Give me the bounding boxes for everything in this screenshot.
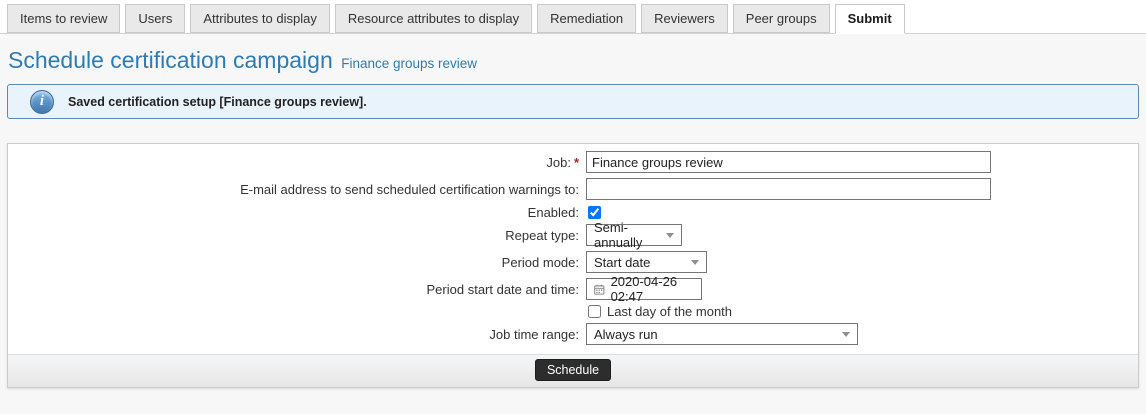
period-start-datetime-field[interactable]: 2020-04-26 02:47	[586, 278, 702, 300]
chevron-down-icon	[842, 332, 850, 337]
tab-remediation[interactable]: Remediation	[537, 4, 636, 33]
repeat-type-select[interactable]: Semi-annually	[586, 224, 682, 246]
tab-reviewers[interactable]: Reviewers	[641, 4, 728, 33]
tab-peer-groups[interactable]: Peer groups	[733, 4, 830, 33]
tab-bar: Items to review Users Attributes to disp…	[0, 0, 1146, 34]
form-row-period-mode: Period mode: Start date	[8, 251, 1138, 273]
tab-users[interactable]: Users	[125, 4, 185, 33]
email-input[interactable]	[586, 178, 991, 200]
last-day-of-month-label: Last day of the month	[607, 304, 732, 319]
last-day-of-month-checkbox[interactable]	[588, 305, 601, 318]
period-mode-value: Start date	[594, 255, 650, 270]
job-label-text: Job:	[546, 155, 571, 170]
repeat-type-label: Repeat type:	[8, 228, 586, 243]
form-footer: Schedule	[8, 354, 1138, 387]
tab-items-to-review[interactable]: Items to review	[7, 4, 120, 33]
job-time-range-value: Always run	[594, 327, 658, 342]
page-title: Schedule certification campaign Finance …	[8, 47, 1146, 74]
enabled-label: Enabled:	[8, 205, 586, 220]
period-start-datetime-value: 2020-04-26 02:47	[611, 274, 694, 304]
tab-attributes-to-display[interactable]: Attributes to display	[190, 4, 329, 33]
info-banner-message: Saved certification setup [Finance group…	[68, 95, 367, 109]
chevron-down-icon	[666, 233, 674, 238]
chevron-down-icon	[691, 260, 699, 265]
tab-submit[interactable]: Submit	[835, 4, 905, 34]
form-row-repeat-type: Repeat type: Semi-annually	[8, 224, 1138, 246]
page: Items to review Users Attributes to disp…	[0, 0, 1146, 414]
page-title-subtitle: Finance groups review	[341, 56, 477, 71]
period-start-label: Period start date and time:	[8, 282, 586, 297]
job-time-range-select[interactable]: Always run	[586, 323, 858, 345]
form-row-job-time-range: Job time range: Always run	[8, 323, 1138, 345]
info-icon: i	[30, 90, 54, 114]
schedule-form-panel: Job:* E-mail address to send scheduled c…	[7, 143, 1139, 388]
job-time-range-label: Job time range:	[8, 327, 586, 342]
enabled-checkbox[interactable]	[588, 206, 601, 219]
email-label: E-mail address to send scheduled certifi…	[8, 182, 586, 197]
form-row-last-day: Last day of the month	[8, 304, 1138, 319]
job-input[interactable]	[586, 151, 991, 173]
job-label: Job:*	[8, 155, 586, 170]
form-row-enabled: Enabled:	[8, 205, 1138, 220]
form-row-email: E-mail address to send scheduled certifi…	[8, 178, 1138, 200]
content-area: Schedule certification campaign Finance …	[0, 34, 1146, 414]
required-marker: *	[574, 155, 579, 170]
form-row-period-start: Period start date and time:	[8, 278, 1138, 300]
form-row-job: Job:*	[8, 151, 1138, 173]
schedule-form: Job:* E-mail address to send scheduled c…	[8, 144, 1138, 387]
info-banner: i Saved certification setup [Finance gro…	[7, 84, 1139, 119]
calendar-icon	[594, 283, 605, 296]
schedule-button[interactable]: Schedule	[535, 359, 611, 381]
repeat-type-value: Semi-annually	[594, 220, 658, 250]
page-title-text: Schedule certification campaign	[8, 47, 333, 73]
period-mode-select[interactable]: Start date	[586, 251, 707, 273]
period-mode-label: Period mode:	[8, 255, 586, 270]
tab-resource-attributes-to-display[interactable]: Resource attributes to display	[335, 4, 532, 33]
